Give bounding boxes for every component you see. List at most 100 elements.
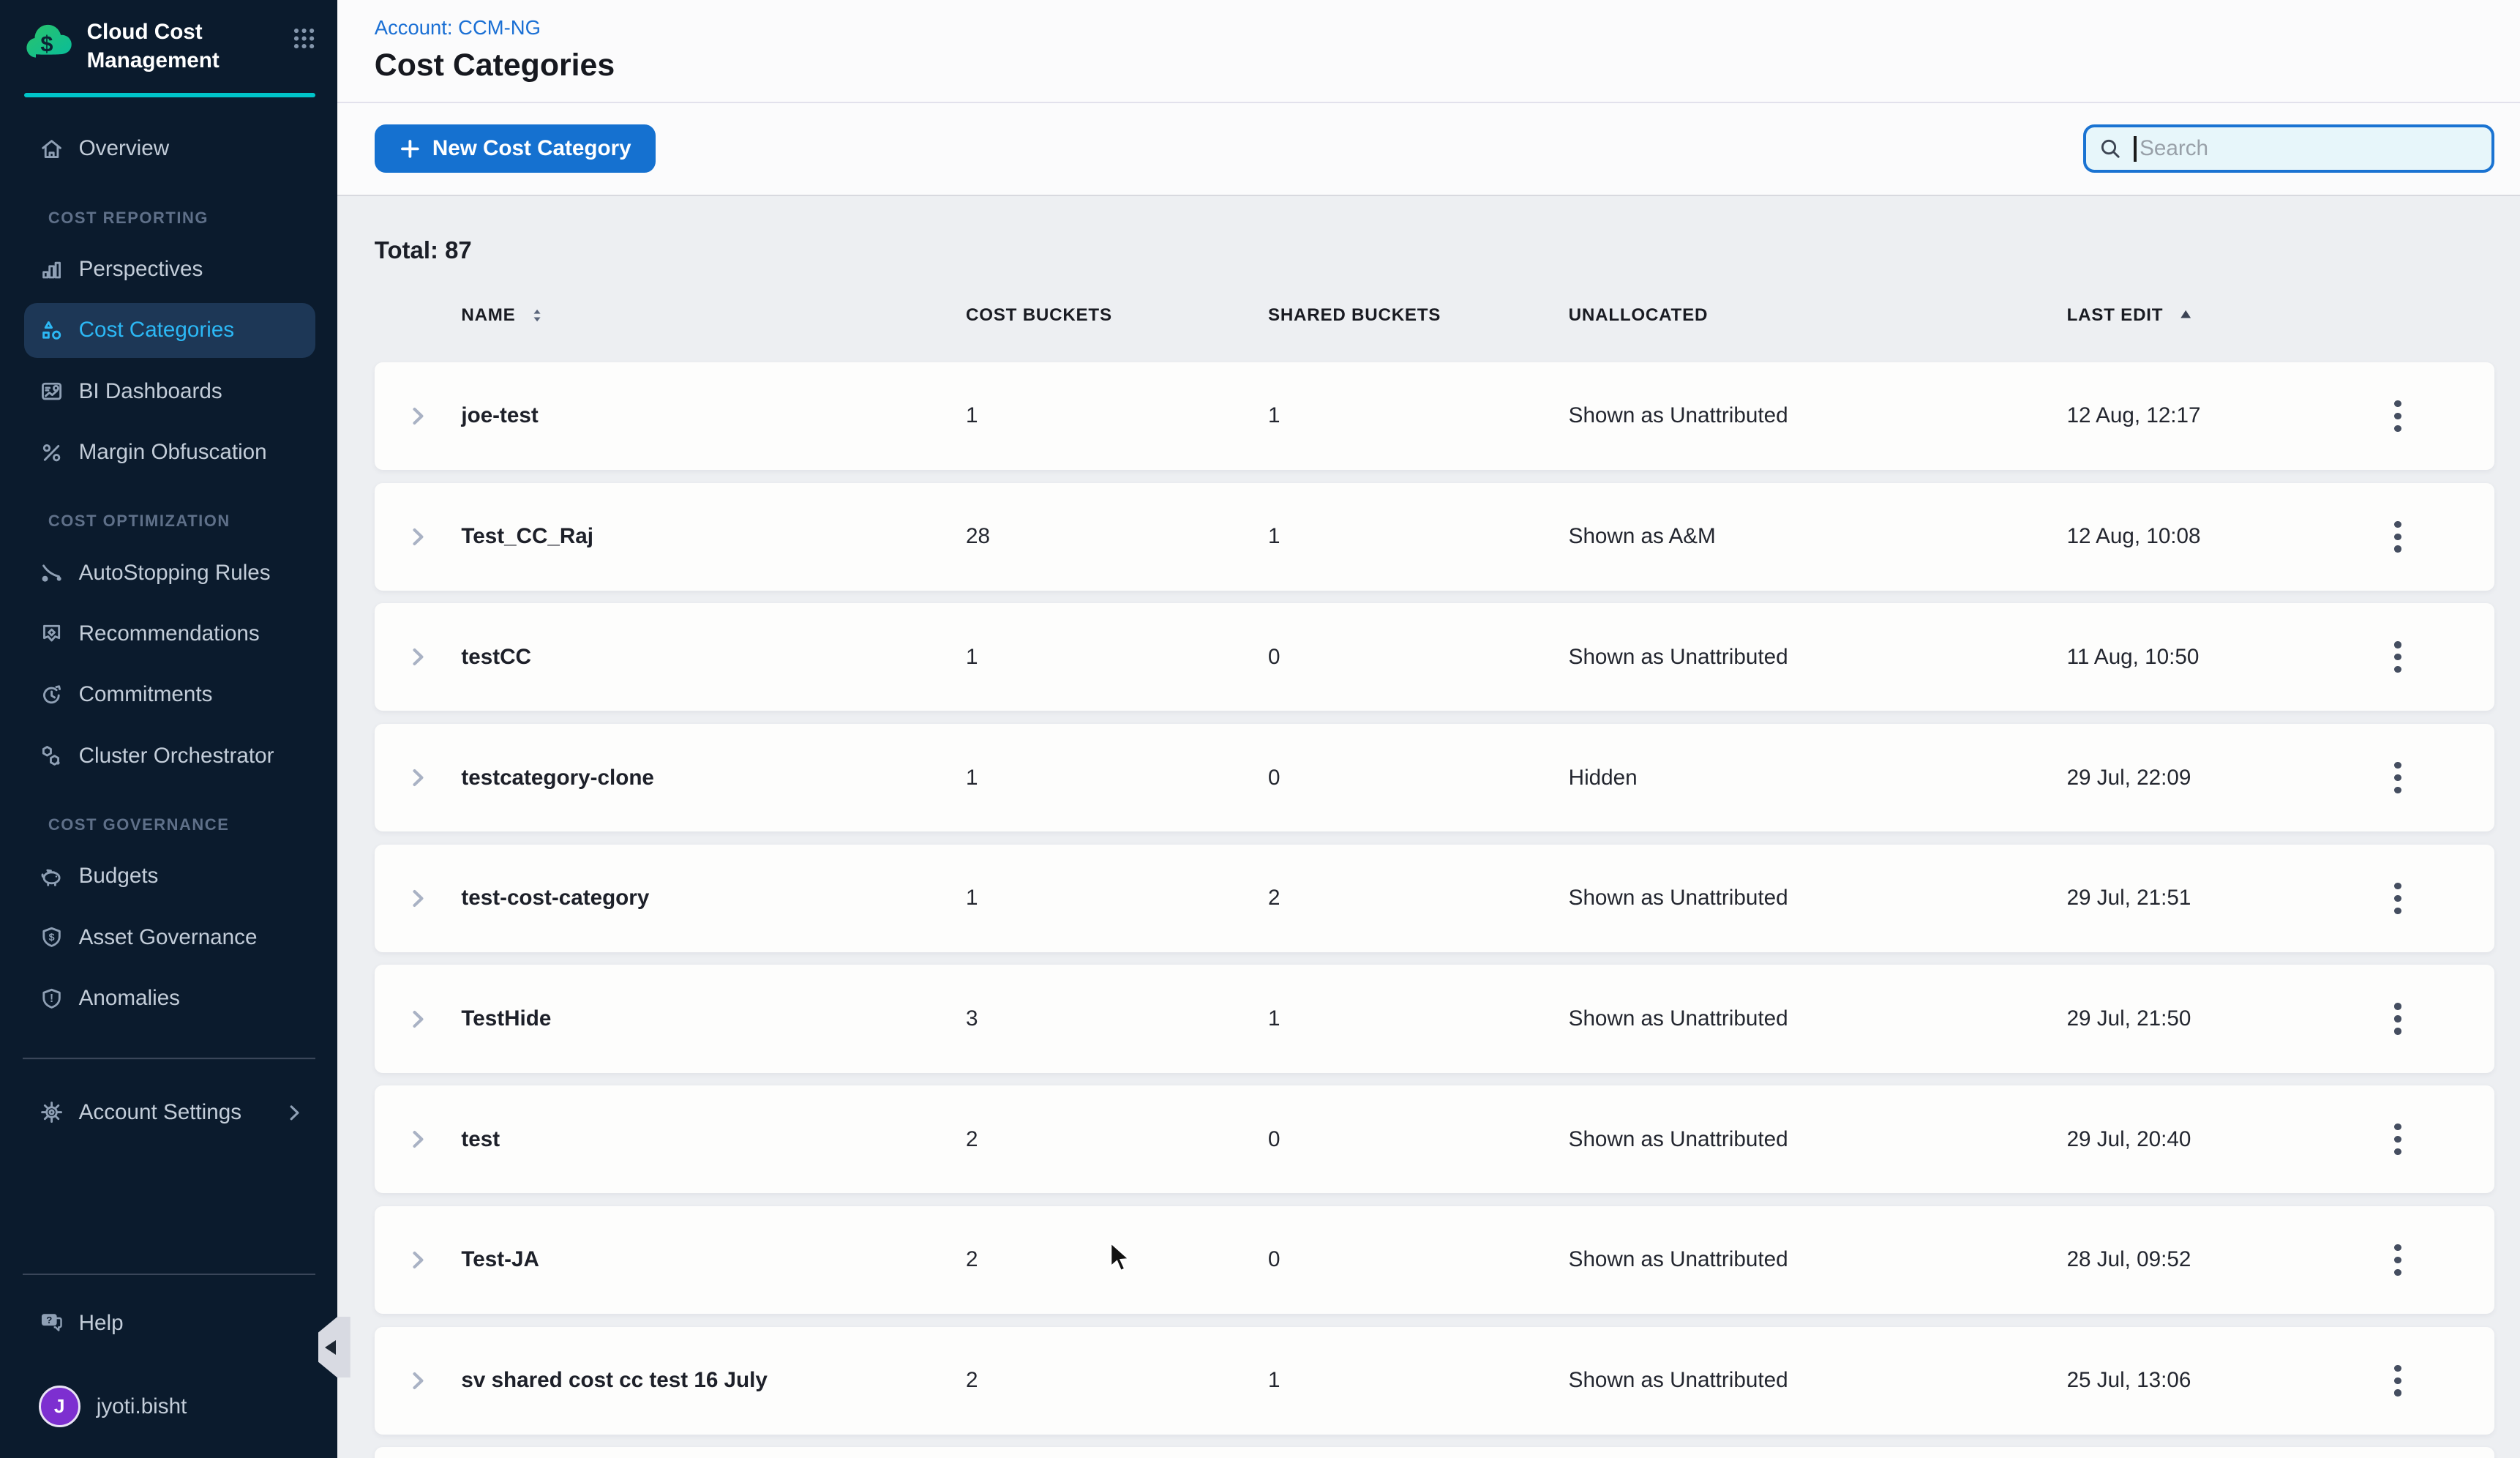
sidebar-item-recommendations[interactable]: Recommendations xyxy=(0,603,337,664)
column-header-label: LAST EDIT xyxy=(2067,305,2164,326)
row-menu-kebab-icon[interactable] xyxy=(2385,752,2411,803)
cost-categories-icon xyxy=(39,318,64,343)
sidebar-item-margin-obfuscation[interactable]: Margin Obfuscation xyxy=(0,422,337,482)
row-menu-kebab-icon[interactable] xyxy=(2385,1355,2411,1405)
row-menu-kebab-icon[interactable] xyxy=(2385,993,2411,1044)
row-cost-buckets: 3 xyxy=(966,1006,1268,1031)
content-area: Total: 87 NAMECOST BUCKETSSHARED BUCKETS… xyxy=(337,196,2520,1458)
budgets-icon xyxy=(39,864,64,889)
asset-governance-icon: $ xyxy=(39,924,64,950)
sidebar-item-label: AutoStopping Rules xyxy=(79,561,271,586)
search-box[interactable] xyxy=(2083,124,2494,173)
table-row[interactable]: testCC10Shown as Unattributed11 Aug, 10:… xyxy=(375,603,2494,711)
row-shared-buckets: 2 xyxy=(1268,886,1569,911)
new-cost-category-label: New Cost Category xyxy=(432,136,631,161)
sidebar-item-help[interactable]: ? Help xyxy=(0,1294,337,1352)
table-row[interactable]: joe-test11Shown as Unattributed12 Aug, 1… xyxy=(375,362,2494,470)
cloud-cost-management-app: $ Cloud Cost Management Overview COST REP… xyxy=(0,0,2520,1458)
row-cost-buckets: 1 xyxy=(966,886,1268,911)
row-cost-buckets: 1 xyxy=(966,403,1268,428)
sidebar-item-overview[interactable]: Overview xyxy=(0,119,337,179)
row-menu-kebab-icon[interactable] xyxy=(2385,1114,2411,1164)
row-cost-buckets: 28 xyxy=(966,524,1268,549)
row-shared-buckets: 1 xyxy=(1268,524,1569,549)
row-unallocated: Shown as Unattributed xyxy=(1569,1247,2067,1272)
sidebar-divider xyxy=(23,1274,315,1275)
table-row[interactable]: Test-JA20Shown as Unattributed28 Jul, 09… xyxy=(375,1206,2494,1314)
row-unallocated: Shown as A&M xyxy=(1569,524,2067,549)
table-row[interactable]: Test_CC_Raj281Shown as A&M12 Aug, 10:08 xyxy=(375,483,2494,591)
table-row[interactable]: sv shared cost cc test 16 July21Shown as… xyxy=(375,1327,2494,1435)
row-last-edit: 29 Jul, 22:09 xyxy=(2067,766,2302,790)
sidebar-item-asset-governance[interactable]: $Asset Governance xyxy=(0,907,337,968)
sidebar-item-bi-dashboards[interactable]: BI Dashboards xyxy=(0,361,337,422)
column-header-label: COST BUCKETS xyxy=(966,305,1112,326)
table-row[interactable]: test20Shown as Unattributed29 Jul, 20:40 xyxy=(375,1085,2494,1193)
sidebar-item-perspectives[interactable]: Perspectives xyxy=(0,239,337,299)
row-expand-chevron-icon[interactable] xyxy=(406,1007,430,1031)
svg-text:$: $ xyxy=(48,932,54,943)
nav-section-label: COST REPORTING xyxy=(48,209,337,228)
row-menu-kebab-icon[interactable] xyxy=(2385,873,2411,924)
nav-section-label: COST GOVERNANCE xyxy=(48,815,337,834)
row-cost-buckets: 2 xyxy=(966,1368,1268,1393)
row-expand-chevron-icon[interactable] xyxy=(406,1369,430,1393)
row-menu-kebab-icon[interactable] xyxy=(2385,391,2411,441)
column-header-unallocated: UNALLOCATED xyxy=(1569,305,2067,326)
user-avatar: J xyxy=(39,1386,80,1427)
sidebar-item-budgets[interactable]: Budgets xyxy=(0,846,337,907)
row-last-edit: 11 Aug, 10:50 xyxy=(2067,645,2302,670)
perspectives-icon xyxy=(39,256,64,282)
column-header-label: SHARED BUCKETS xyxy=(1268,305,1441,326)
sidebar-item-label: Commitments xyxy=(79,682,213,707)
app-title: Cloud Cost Management xyxy=(87,18,254,75)
row-name: testCC xyxy=(461,645,966,670)
column-header-last_edit[interactable]: LAST EDIT xyxy=(2067,305,2302,326)
breadcrumb-account-link[interactable]: Account: CCM-NG xyxy=(375,16,2494,40)
sidebar-item-label: Overview xyxy=(79,136,170,161)
row-expand-chevron-icon[interactable] xyxy=(406,886,430,911)
table-row[interactable]: test-cost-category12Shown as Unattribute… xyxy=(375,845,2494,952)
sidebar-item-anomalies[interactable]: !Anomalies xyxy=(0,968,337,1028)
row-shared-buckets: 0 xyxy=(1268,766,1569,790)
row-name: Test-JA xyxy=(461,1247,966,1272)
gear-icon xyxy=(39,1099,64,1125)
sidebar-item-autostopping-rules[interactable]: AutoStopping Rules xyxy=(0,542,337,603)
row-expand-chevron-icon[interactable] xyxy=(406,1248,430,1272)
page-title: Cost Categories xyxy=(375,48,2494,83)
row-expand-chevron-icon[interactable] xyxy=(406,645,430,669)
module-grid-icon[interactable] xyxy=(291,26,317,51)
row-unallocated: Shown as Unattributed xyxy=(1569,886,2067,911)
search-input[interactable] xyxy=(2137,136,2479,161)
column-header-name[interactable]: NAME xyxy=(461,305,966,326)
row-expand-chevron-icon[interactable] xyxy=(406,525,430,549)
plus-icon xyxy=(399,138,421,160)
sidebar-user[interactable]: J jyoti.bisht xyxy=(0,1377,337,1435)
row-menu-kebab-icon[interactable] xyxy=(2385,511,2411,561)
sidebar-footer: ? Help J jyoti.bisht xyxy=(0,1274,337,1436)
row-expand-chevron-icon[interactable] xyxy=(406,766,430,790)
table-body: joe-test11Shown as Unattributed12 Aug, 1… xyxy=(375,362,2494,1458)
row-last-edit: 25 Jul, 13:06 xyxy=(2067,1368,2302,1393)
autostopping-icon xyxy=(39,560,64,586)
row-name: testcategory-clone xyxy=(461,766,966,790)
row-expand-chevron-icon[interactable] xyxy=(406,404,430,428)
sidebar-item-cluster-orchestrator[interactable]: Cluster Orchestrator xyxy=(0,725,337,786)
table-row[interactable]: TestHide31Shown as Unattributed29 Jul, 2… xyxy=(375,965,2494,1072)
sidebar-item-cost-categories[interactable]: Cost Categories xyxy=(24,303,315,358)
row-menu-kebab-icon[interactable] xyxy=(2385,632,2411,682)
search-icon xyxy=(2099,137,2123,161)
table-row-partial[interactable] xyxy=(375,1447,2494,1458)
sidebar-nav: Overview COST REPORTING PerspectivesCost C… xyxy=(0,97,337,1029)
sidebar-item-account-settings[interactable]: Account Settings xyxy=(0,1082,337,1143)
ccm-cloud-logo-icon: $ xyxy=(23,21,74,63)
row-shared-buckets: 0 xyxy=(1268,645,1569,670)
new-cost-category-button[interactable]: New Cost Category xyxy=(375,124,656,173)
row-menu-kebab-icon[interactable] xyxy=(2385,1235,2411,1285)
row-expand-chevron-icon[interactable] xyxy=(406,1127,430,1151)
main-area: Account: CCM-NG Cost Categories New Cost… xyxy=(337,0,2520,1458)
row-shared-buckets: 1 xyxy=(1268,1368,1569,1393)
sidebar-item-commitments[interactable]: Commitments xyxy=(0,665,337,725)
row-name: TestHide xyxy=(461,1006,966,1031)
table-row[interactable]: testcategory-clone10Hidden29 Jul, 22:09 xyxy=(375,724,2494,831)
